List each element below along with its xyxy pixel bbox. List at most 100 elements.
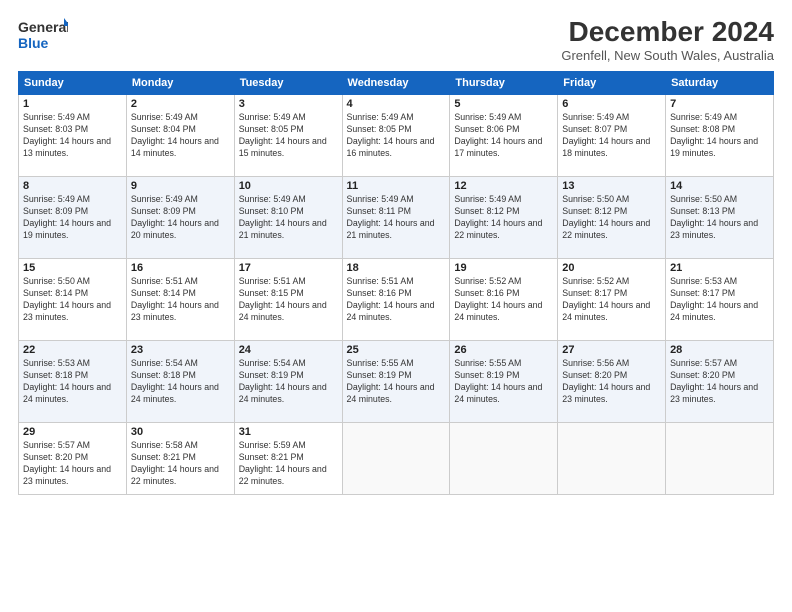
- svg-text:Blue: Blue: [18, 35, 49, 51]
- day-number: 14: [670, 180, 769, 192]
- day-info: Sunrise: 5:49 AMSunset: 8:05 PMDaylight:…: [239, 112, 338, 160]
- day-number: 7: [670, 98, 769, 110]
- day-info: Sunrise: 5:49 AMSunset: 8:09 PMDaylight:…: [23, 194, 122, 242]
- day-info: Sunrise: 5:49 AMSunset: 8:05 PMDaylight:…: [347, 112, 446, 160]
- table-row: 12 Sunrise: 5:49 AMSunset: 8:12 PMDaylig…: [450, 177, 558, 259]
- day-number: 19: [454, 262, 553, 274]
- table-row: 25 Sunrise: 5:55 AMSunset: 8:19 PMDaylig…: [342, 341, 450, 423]
- day-info: Sunrise: 5:53 AMSunset: 8:17 PMDaylight:…: [670, 276, 769, 324]
- day-info: Sunrise: 5:53 AMSunset: 8:18 PMDaylight:…: [23, 358, 122, 406]
- day-number: 11: [347, 180, 446, 192]
- day-info: Sunrise: 5:50 AMSunset: 8:13 PMDaylight:…: [670, 194, 769, 242]
- day-info: Sunrise: 5:52 AMSunset: 8:17 PMDaylight:…: [562, 276, 661, 324]
- day-info: Sunrise: 5:58 AMSunset: 8:21 PMDaylight:…: [131, 440, 230, 488]
- day-info: Sunrise: 5:51 AMSunset: 8:14 PMDaylight:…: [131, 276, 230, 324]
- day-number: 15: [23, 262, 122, 274]
- day-info: Sunrise: 5:50 AMSunset: 8:12 PMDaylight:…: [562, 194, 661, 242]
- table-row: 21 Sunrise: 5:53 AMSunset: 8:17 PMDaylig…: [666, 259, 774, 341]
- day-number: 30: [131, 426, 230, 438]
- day-number: 27: [562, 344, 661, 356]
- day-info: Sunrise: 5:49 AMSunset: 8:04 PMDaylight:…: [131, 112, 230, 160]
- day-number: 8: [23, 180, 122, 192]
- table-row: 13 Sunrise: 5:50 AMSunset: 8:12 PMDaylig…: [558, 177, 666, 259]
- day-number: 23: [131, 344, 230, 356]
- table-row: 30 Sunrise: 5:58 AMSunset: 8:21 PMDaylig…: [126, 423, 234, 495]
- day-number: 5: [454, 98, 553, 110]
- table-row: 26 Sunrise: 5:55 AMSunset: 8:19 PMDaylig…: [450, 341, 558, 423]
- subtitle: Grenfell, New South Wales, Australia: [561, 48, 774, 63]
- day-info: Sunrise: 5:49 AMSunset: 8:03 PMDaylight:…: [23, 112, 122, 160]
- day-number: 31: [239, 426, 338, 438]
- day-number: 4: [347, 98, 446, 110]
- day-info: Sunrise: 5:49 AMSunset: 8:07 PMDaylight:…: [562, 112, 661, 160]
- day-info: Sunrise: 5:54 AMSunset: 8:18 PMDaylight:…: [131, 358, 230, 406]
- calendar-header-row: Sunday Monday Tuesday Wednesday Thursday…: [19, 72, 774, 95]
- calendar-table: Sunday Monday Tuesday Wednesday Thursday…: [18, 71, 774, 495]
- day-info: Sunrise: 5:49 AMSunset: 8:09 PMDaylight:…: [131, 194, 230, 242]
- table-row: 1 Sunrise: 5:49 AMSunset: 8:03 PMDayligh…: [19, 95, 127, 177]
- day-info: Sunrise: 5:51 AMSunset: 8:16 PMDaylight:…: [347, 276, 446, 324]
- day-number: 6: [562, 98, 661, 110]
- table-row: 19 Sunrise: 5:52 AMSunset: 8:16 PMDaylig…: [450, 259, 558, 341]
- day-info: Sunrise: 5:55 AMSunset: 8:19 PMDaylight:…: [454, 358, 553, 406]
- day-number: 10: [239, 180, 338, 192]
- table-row: 15 Sunrise: 5:50 AMSunset: 8:14 PMDaylig…: [19, 259, 127, 341]
- svg-text:General: General: [18, 19, 68, 35]
- title-area: December 2024 Grenfell, New South Wales,…: [561, 16, 774, 63]
- col-thursday: Thursday: [450, 72, 558, 95]
- table-row: 5 Sunrise: 5:49 AMSunset: 8:06 PMDayligh…: [450, 95, 558, 177]
- day-number: 3: [239, 98, 338, 110]
- table-row: [666, 423, 774, 495]
- day-info: Sunrise: 5:49 AMSunset: 8:08 PMDaylight:…: [670, 112, 769, 160]
- col-friday: Friday: [558, 72, 666, 95]
- table-row: 2 Sunrise: 5:49 AMSunset: 8:04 PMDayligh…: [126, 95, 234, 177]
- table-row: 17 Sunrise: 5:51 AMSunset: 8:15 PMDaylig…: [234, 259, 342, 341]
- table-row: 23 Sunrise: 5:54 AMSunset: 8:18 PMDaylig…: [126, 341, 234, 423]
- table-row: 9 Sunrise: 5:49 AMSunset: 8:09 PMDayligh…: [126, 177, 234, 259]
- day-number: 16: [131, 262, 230, 274]
- day-number: 20: [562, 262, 661, 274]
- logo: General Blue: [18, 16, 68, 54]
- table-row: 3 Sunrise: 5:49 AMSunset: 8:05 PMDayligh…: [234, 95, 342, 177]
- table-row: [450, 423, 558, 495]
- day-info: Sunrise: 5:54 AMSunset: 8:19 PMDaylight:…: [239, 358, 338, 406]
- day-info: Sunrise: 5:49 AMSunset: 8:12 PMDaylight:…: [454, 194, 553, 242]
- table-row: 29 Sunrise: 5:57 AMSunset: 8:20 PMDaylig…: [19, 423, 127, 495]
- day-info: Sunrise: 5:55 AMSunset: 8:19 PMDaylight:…: [347, 358, 446, 406]
- day-number: 26: [454, 344, 553, 356]
- table-row: 11 Sunrise: 5:49 AMSunset: 8:11 PMDaylig…: [342, 177, 450, 259]
- table-row: 6 Sunrise: 5:49 AMSunset: 8:07 PMDayligh…: [558, 95, 666, 177]
- day-info: Sunrise: 5:52 AMSunset: 8:16 PMDaylight:…: [454, 276, 553, 324]
- table-row: 22 Sunrise: 5:53 AMSunset: 8:18 PMDaylig…: [19, 341, 127, 423]
- day-info: Sunrise: 5:49 AMSunset: 8:06 PMDaylight:…: [454, 112, 553, 160]
- day-info: Sunrise: 5:51 AMSunset: 8:15 PMDaylight:…: [239, 276, 338, 324]
- day-number: 24: [239, 344, 338, 356]
- table-row: [558, 423, 666, 495]
- table-row: [342, 423, 450, 495]
- col-wednesday: Wednesday: [342, 72, 450, 95]
- table-row: 4 Sunrise: 5:49 AMSunset: 8:05 PMDayligh…: [342, 95, 450, 177]
- day-info: Sunrise: 5:59 AMSunset: 8:21 PMDaylight:…: [239, 440, 338, 488]
- day-number: 29: [23, 426, 122, 438]
- table-row: 14 Sunrise: 5:50 AMSunset: 8:13 PMDaylig…: [666, 177, 774, 259]
- day-info: Sunrise: 5:49 AMSunset: 8:10 PMDaylight:…: [239, 194, 338, 242]
- day-number: 22: [23, 344, 122, 356]
- logo-svg: General Blue: [18, 16, 68, 54]
- month-title: December 2024: [561, 16, 774, 48]
- table-row: 18 Sunrise: 5:51 AMSunset: 8:16 PMDaylig…: [342, 259, 450, 341]
- day-info: Sunrise: 5:57 AMSunset: 8:20 PMDaylight:…: [670, 358, 769, 406]
- day-number: 25: [347, 344, 446, 356]
- day-number: 17: [239, 262, 338, 274]
- day-info: Sunrise: 5:56 AMSunset: 8:20 PMDaylight:…: [562, 358, 661, 406]
- table-row: 20 Sunrise: 5:52 AMSunset: 8:17 PMDaylig…: [558, 259, 666, 341]
- day-number: 12: [454, 180, 553, 192]
- day-number: 2: [131, 98, 230, 110]
- page: General Blue December 2024 Grenfell, New…: [0, 0, 792, 612]
- header: General Blue December 2024 Grenfell, New…: [18, 16, 774, 63]
- col-tuesday: Tuesday: [234, 72, 342, 95]
- table-row: 10 Sunrise: 5:49 AMSunset: 8:10 PMDaylig…: [234, 177, 342, 259]
- day-info: Sunrise: 5:57 AMSunset: 8:20 PMDaylight:…: [23, 440, 122, 488]
- day-number: 18: [347, 262, 446, 274]
- table-row: 16 Sunrise: 5:51 AMSunset: 8:14 PMDaylig…: [126, 259, 234, 341]
- table-row: 7 Sunrise: 5:49 AMSunset: 8:08 PMDayligh…: [666, 95, 774, 177]
